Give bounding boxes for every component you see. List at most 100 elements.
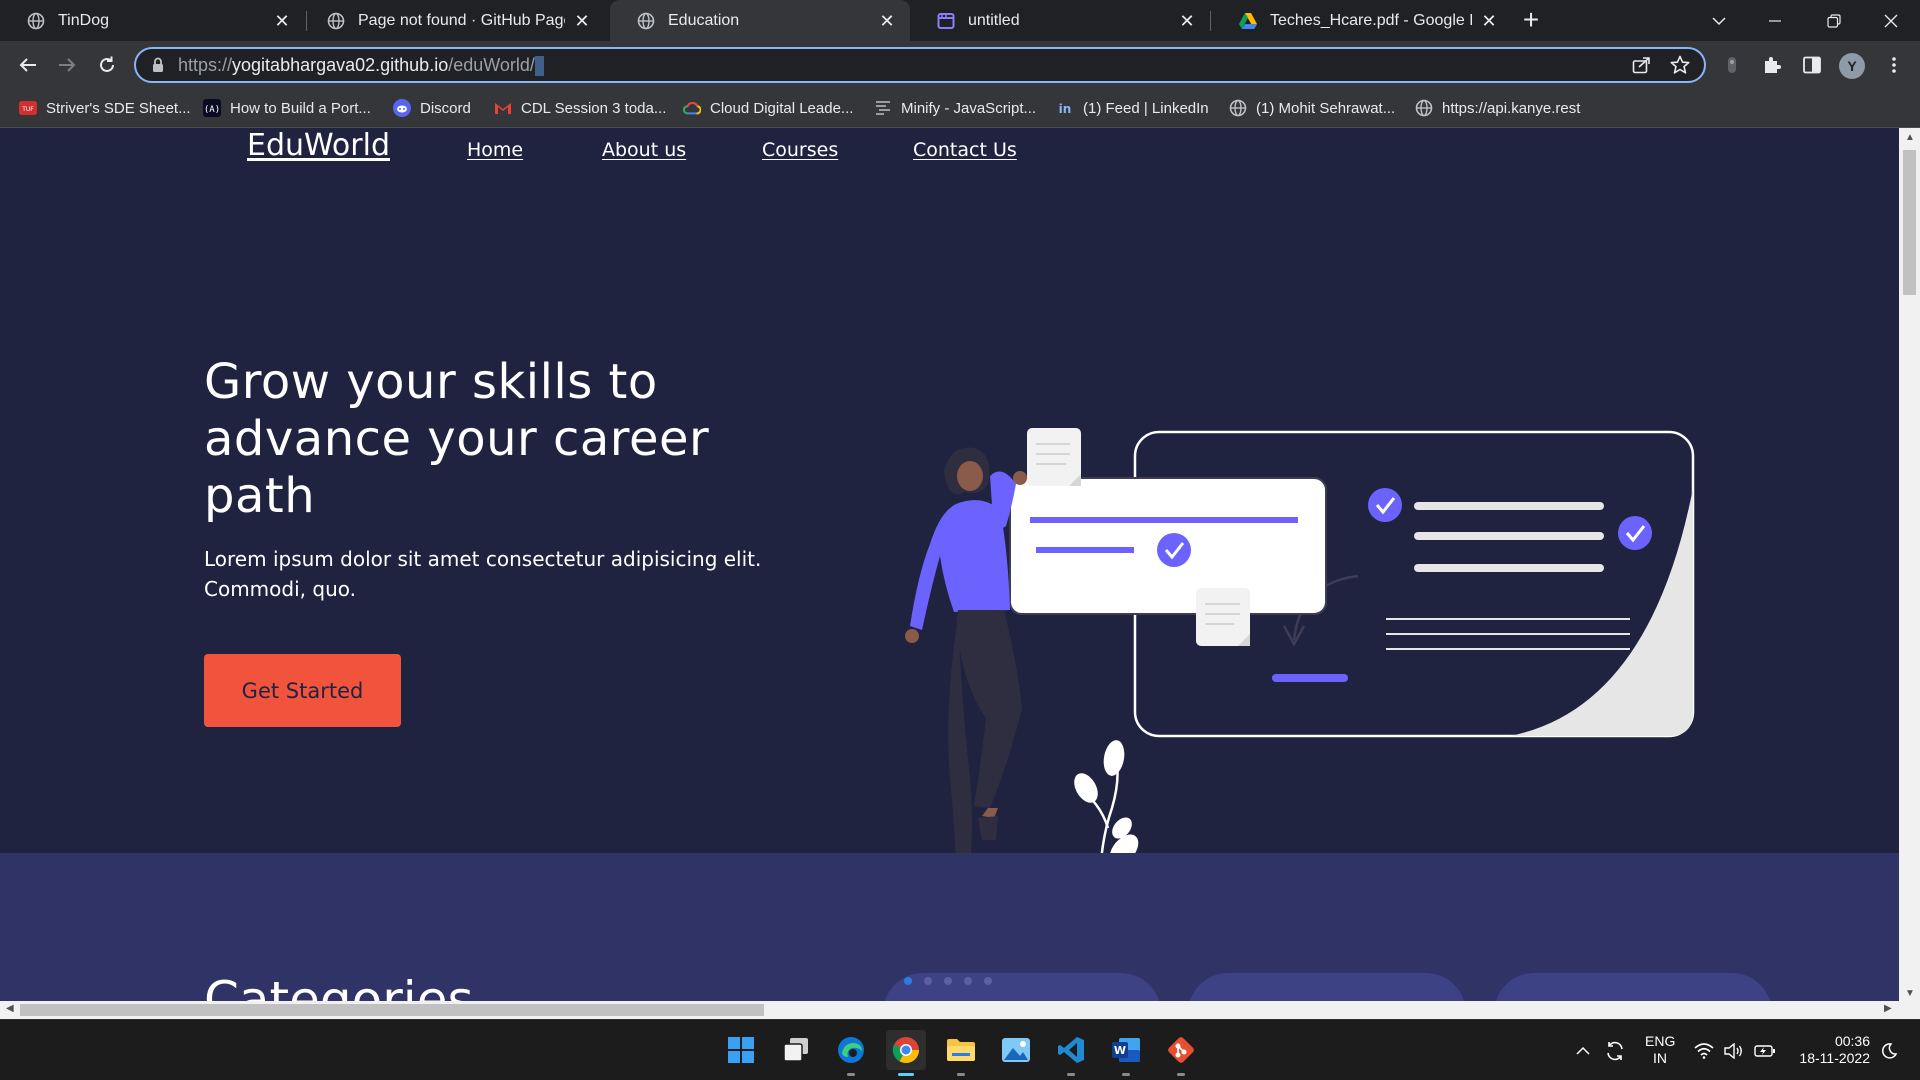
- back-button[interactable]: [12, 49, 44, 81]
- close-tab-icon[interactable]: ✕: [573, 12, 591, 30]
- bookmark-label: (1) Feed | LinkedIn: [1083, 99, 1209, 117]
- bookmark-item[interactable]: https://api.kanye.rest: [1415, 97, 1580, 119]
- scroll-left-icon[interactable]: ◀: [6, 1003, 14, 1014]
- tab-education[interactable]: Education ✕: [610, 0, 910, 41]
- battery-icon[interactable]: [1754, 1020, 1776, 1080]
- running-indicator: [898, 1073, 914, 1076]
- carousel-dot[interactable]: [964, 977, 972, 985]
- bookmark-label: Minify - JavaScript...: [901, 99, 1037, 117]
- close-tab-icon[interactable]: ✕: [878, 12, 896, 30]
- tab-page-not-found[interactable]: Page not found · GitHub Pages ✕: [300, 0, 605, 41]
- scroll-right-icon[interactable]: ▶: [1884, 1003, 1892, 1014]
- page-viewport: EduWorld Home About us Courses Contact U…: [0, 128, 1899, 1001]
- bookmark-item[interactable]: in (1) Feed | LinkedIn: [1056, 97, 1209, 119]
- clock-date: 18-11-2022: [1799, 1050, 1870, 1066]
- new-tab-button[interactable]: +: [1516, 6, 1546, 36]
- nav-link-home[interactable]: Home: [467, 139, 523, 161]
- file-explorer-icon[interactable]: [941, 1030, 981, 1076]
- photos-icon[interactable]: [996, 1030, 1036, 1070]
- vertical-scrollbar[interactable]: ▲ ▼: [1899, 128, 1920, 1001]
- bookmark-item[interactable]: (A) How to Build a Port...: [203, 97, 371, 119]
- close-tab-icon[interactable]: ✕: [273, 12, 291, 30]
- minify-icon: [874, 99, 892, 117]
- bookmark-item[interactable]: Minify - JavaScript...: [874, 97, 1036, 119]
- wifi-icon[interactable]: [1694, 1020, 1714, 1080]
- more-menu-icon[interactable]: [1880, 51, 1908, 79]
- bookmark-label: Discord: [420, 99, 471, 117]
- tab-title: Teches_Hcare.pdf - Google Drive: [1270, 11, 1472, 29]
- get-started-button[interactable]: Get Started: [204, 654, 401, 727]
- language-code: ENG: [1645, 1033, 1676, 1049]
- carousel-dot[interactable]: [924, 977, 932, 985]
- category-card[interactable]: [1188, 973, 1466, 1001]
- tab-title: Page not found · GitHub Pages: [358, 11, 565, 29]
- reload-button[interactable]: [91, 49, 123, 81]
- restore-button[interactable]: [1805, 0, 1863, 41]
- volume-icon[interactable]: [1724, 1020, 1744, 1080]
- globe-icon: [26, 11, 46, 31]
- system-clock[interactable]: 00:36 18-11-2022: [1790, 1033, 1870, 1067]
- svg-text:TUF: TUF: [21, 106, 34, 113]
- word-icon[interactable]: W: [1106, 1030, 1146, 1076]
- carousel-dots: [904, 977, 992, 985]
- bookmark-item[interactable]: (1) Mohit Sehrawat...: [1229, 97, 1395, 119]
- nav-link-contact[interactable]: Contact Us: [913, 139, 1017, 161]
- bookmark-item[interactable]: Cloud Digital Leade...: [683, 97, 853, 119]
- scrollbar-thumb[interactable]: [20, 1004, 764, 1016]
- restore-icon: [1827, 13, 1841, 28]
- task-view-icon[interactable]: [776, 1030, 816, 1070]
- bookmark-item[interactable]: CDL Session 3 toda...: [494, 97, 666, 119]
- carousel-dot[interactable]: [984, 977, 992, 985]
- focus-assist-icon[interactable]: [1880, 1020, 1898, 1080]
- globe-icon: [636, 11, 656, 31]
- puzzle-icon[interactable]: [1758, 51, 1786, 79]
- url-text: https://yogitabhargava02.github.io/eduWo…: [178, 55, 544, 77]
- scrollbar-thumb[interactable]: [1903, 150, 1916, 295]
- code-icon: (A): [203, 99, 221, 117]
- show-hidden-icons-button[interactable]: [1576, 1020, 1590, 1080]
- tab-tindog[interactable]: TinDog ✕: [0, 0, 305, 41]
- vscode-icon[interactable]: [1051, 1030, 1091, 1076]
- nav-link-courses[interactable]: Courses: [762, 139, 838, 161]
- profile-avatar[interactable]: Y: [1839, 53, 1865, 79]
- discord-icon: [393, 99, 411, 117]
- bookmark-item[interactable]: Discord: [393, 97, 471, 119]
- close-tab-icon[interactable]: ✕: [1480, 12, 1498, 30]
- share-icon[interactable]: [1632, 56, 1652, 79]
- scroll-down-icon[interactable]: ▼: [1905, 988, 1915, 999]
- site-brand[interactable]: EduWorld: [247, 128, 390, 163]
- forward-button[interactable]: [51, 49, 83, 81]
- close-window-button[interactable]: [1862, 0, 1920, 41]
- close-icon: [1884, 14, 1898, 27]
- windows-start-icon[interactable]: [721, 1030, 761, 1070]
- bookmark-label: https://api.kanye.rest: [1442, 99, 1581, 117]
- woman-figure: [905, 447, 1027, 904]
- scroll-up-icon[interactable]: ▲: [1905, 132, 1915, 143]
- bookmark-label: How to Build a Port...: [230, 99, 371, 117]
- nav-link-about[interactable]: About us: [602, 139, 686, 161]
- globe-icon: [1415, 99, 1433, 117]
- tab-untitled[interactable]: untitled ✕: [910, 0, 1210, 41]
- address-bar[interactable]: https://yogitabhargava02.github.io/eduWo…: [134, 47, 1706, 83]
- close-tab-icon[interactable]: ✕: [1178, 12, 1196, 30]
- sync-icon[interactable]: [1604, 1020, 1626, 1080]
- horizontal-scrollbar[interactable]: ◀ ▶: [0, 1001, 1920, 1019]
- chrome-icon[interactable]: [886, 1030, 926, 1076]
- bookmark-item[interactable]: TUF Striver's SDE Sheet...: [19, 97, 191, 119]
- language-indicator[interactable]: ENG IN: [1645, 1033, 1675, 1067]
- git-icon[interactable]: [1161, 1030, 1201, 1076]
- tab-google-drive[interactable]: Teches_Hcare.pdf - Google Drive ✕: [1212, 0, 1512, 41]
- minimize-icon: [1769, 19, 1781, 22]
- side-panel-icon[interactable]: [1798, 51, 1826, 79]
- globe-icon: [326, 11, 346, 31]
- category-card[interactable]: [1494, 973, 1772, 1001]
- extension-icon[interactable]: [1718, 51, 1746, 79]
- bookmark-star-icon[interactable]: [1670, 55, 1690, 80]
- tab-search-button[interactable]: [1690, 0, 1748, 41]
- paper-note: [1196, 588, 1250, 646]
- edge-icon[interactable]: [831, 1030, 871, 1076]
- google-drive-icon: [1238, 11, 1258, 31]
- carousel-dot[interactable]: [944, 977, 952, 985]
- minimize-button[interactable]: [1746, 0, 1804, 41]
- carousel-dot[interactable]: [904, 977, 912, 985]
